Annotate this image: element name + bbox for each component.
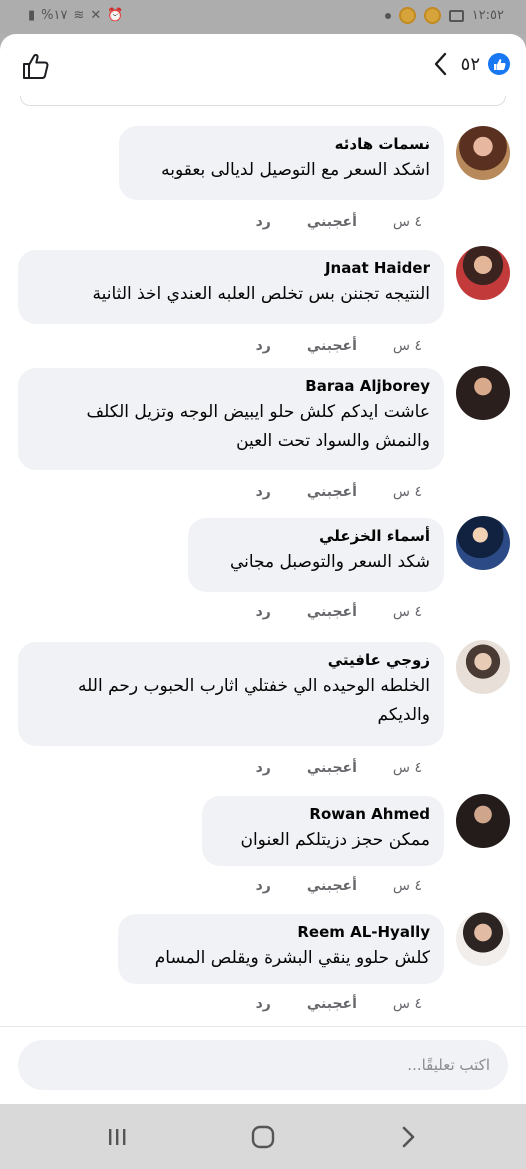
- reply-link[interactable]: رد: [256, 760, 271, 776]
- comment-actions: ٤ س أعجبني رد: [256, 484, 422, 500]
- comment-bubble: نسمات هادئه اشكد السعر مع التوصيل لديالى…: [119, 126, 444, 200]
- comment-author[interactable]: Jnaat Haider: [32, 259, 430, 277]
- alarm-icon: ⏰: [107, 8, 124, 23]
- comment-input[interactable]: [18, 1040, 508, 1090]
- battery-icon: ▮: [28, 8, 36, 23]
- comment-time[interactable]: ٤ س: [393, 996, 422, 1012]
- like-link[interactable]: أعجبني: [307, 214, 357, 230]
- reaction-summary[interactable]: ٥٢: [429, 50, 510, 78]
- comment-actions: ٤ س أعجبني رد: [256, 760, 422, 776]
- comment-text: والديكم: [377, 705, 430, 725]
- comment-time[interactable]: ٤ س: [393, 338, 422, 354]
- comment-text: والنمش والسواد تحت العين: [236, 431, 430, 451]
- comment-item: زوجي عافيتي الخلطه الوحيده الي خفتلي اثا…: [16, 640, 510, 780]
- comment-author[interactable]: Rowan Ahmed: [216, 805, 430, 823]
- like-link[interactable]: أعجبني: [307, 996, 357, 1012]
- reply-link[interactable]: رد: [256, 484, 271, 500]
- home-icon[interactable]: [246, 1120, 280, 1154]
- reply-link[interactable]: رد: [256, 878, 271, 894]
- comment-actions: ٤ س أعجبني رد: [256, 604, 422, 620]
- comment-item: Jnaat Haider النتيجه تجننن بس تخلص العلب…: [16, 246, 510, 356]
- avatar[interactable]: [456, 126, 510, 180]
- comment-author[interactable]: زوجي عافيتي: [32, 651, 430, 669]
- comments-sheet: ٥٢ نسمات هادئه اشكد السعر مع التوصيل لدي…: [0, 34, 526, 1104]
- comment-author[interactable]: أسماء الخزعلي: [202, 527, 430, 545]
- like-link[interactable]: أعجبني: [307, 760, 357, 776]
- thumbs-up-outline-icon[interactable]: [20, 50, 52, 82]
- comment-text: اشكد السعر مع التوصيل لديالى بعقوبه: [161, 160, 430, 180]
- comment-actions: ٤ س أعجبني رد: [256, 878, 422, 894]
- avatar[interactable]: [456, 246, 510, 300]
- app-notification-icon: [398, 7, 416, 24]
- notification-dot-icon: [384, 12, 391, 19]
- comment-item: نسمات هادئه اشكد السعر مع التوصيل لديالى…: [16, 126, 510, 236]
- comment-author[interactable]: Baraa Aljborey: [32, 377, 430, 395]
- comment-text: كلش حلوو ينقي البشرة ويقلص المسام: [154, 948, 430, 968]
- status-left: ▮ %١٧ ≋ ✕ ⏰: [28, 8, 123, 23]
- comment-item: Reem AL-Hyally كلش حلوو ينقي البشرة ويقل…: [16, 912, 510, 1022]
- like-link[interactable]: أعجبني: [307, 338, 357, 354]
- avatar[interactable]: [456, 516, 510, 570]
- app-notification-icon: [423, 7, 441, 24]
- reaction-count: ٥٢: [460, 53, 480, 75]
- comment-time[interactable]: ٤ س: [393, 760, 422, 776]
- like-link[interactable]: أعجبني: [307, 604, 357, 620]
- comment-item: Baraa Aljborey عاشت ايدكم كلش حلو ايبيض …: [16, 366, 510, 506]
- comment-author[interactable]: Reem AL-Hyally: [132, 923, 430, 941]
- comment-item: Rowan Ahmed ممكن حجز دزيتلكم العنوان ٤ س…: [16, 794, 510, 904]
- sheet-header: ٥٢: [0, 34, 526, 96]
- gallery-icon: [448, 9, 464, 22]
- avatar[interactable]: [456, 640, 510, 694]
- comment-item: أسماء الخزعلي شكد السعر والتوصبل مجاني ٤…: [16, 516, 510, 626]
- comment-bubble: Jnaat Haider النتيجه تجننن بس تخلص العلب…: [18, 250, 444, 324]
- battery-level: %١٧: [41, 8, 68, 23]
- system-nav-bar: [0, 1104, 526, 1169]
- reply-link[interactable]: رد: [256, 338, 271, 354]
- comment-text: عاشت ايدكم كلش حلو ايبيض الوجه وتزيل الك…: [86, 402, 430, 422]
- comment-text: ممكن حجز دزيتلكم العنوان: [240, 830, 430, 850]
- clock: ١٢:٥٢: [471, 8, 504, 23]
- comment-time[interactable]: ٤ س: [393, 604, 422, 620]
- comment-author[interactable]: نسمات هادئه: [133, 135, 430, 153]
- previous-comment-edge: [20, 96, 506, 106]
- recents-icon[interactable]: [100, 1120, 134, 1154]
- comment-text: النتيجه تجننن بس تخلص العلبه العندي اخذ …: [92, 284, 430, 304]
- comment-bubble: زوجي عافيتي الخلطه الوحيده الي خفتلي اثا…: [18, 642, 444, 746]
- avatar[interactable]: [456, 794, 510, 848]
- reply-link[interactable]: رد: [256, 604, 271, 620]
- comment-composer[interactable]: [18, 1040, 508, 1090]
- avatar[interactable]: [456, 366, 510, 420]
- mute-icon: ✕: [90, 8, 102, 23]
- comment-actions: ٤ س أعجبني رد: [256, 996, 422, 1012]
- avatar[interactable]: [456, 912, 510, 966]
- comment-actions: ٤ س أعجبني رد: [256, 338, 422, 354]
- chevron-left-icon[interactable]: [429, 50, 453, 78]
- comment-bubble: Rowan Ahmed ممكن حجز دزيتلكم العنوان: [202, 796, 444, 866]
- status-bar: ▮ %١٧ ≋ ✕ ⏰ ١٢:٥٢: [0, 0, 526, 34]
- reply-link[interactable]: رد: [256, 996, 271, 1012]
- comment-bubble: Reem AL-Hyally كلش حلوو ينقي البشرة ويقل…: [118, 914, 444, 984]
- wifi-icon: ≋: [73, 8, 85, 23]
- comment-bubble: أسماء الخزعلي شكد السعر والتوصبل مجاني: [188, 518, 444, 592]
- reply-link[interactable]: رد: [256, 214, 271, 230]
- comment-bubble: Baraa Aljborey عاشت ايدكم كلش حلو ايبيض …: [18, 368, 444, 470]
- comment-time[interactable]: ٤ س: [393, 484, 422, 500]
- comment-time[interactable]: ٤ س: [393, 214, 422, 230]
- back-icon[interactable]: [392, 1120, 426, 1154]
- comment-text: شكد السعر والتوصبل مجاني: [229, 552, 430, 572]
- like-reaction-icon: [488, 53, 510, 75]
- like-link[interactable]: أعجبني: [307, 484, 357, 500]
- like-link[interactable]: أعجبني: [307, 878, 357, 894]
- divider: [0, 1026, 526, 1027]
- comment-time[interactable]: ٤ س: [393, 878, 422, 894]
- comment-text: الخلطه الوحيده الي خفتلي اثارب الحبوب رح…: [78, 676, 430, 696]
- comment-actions: ٤ س أعجبني رد: [256, 214, 422, 230]
- status-right: ١٢:٥٢: [384, 7, 504, 24]
